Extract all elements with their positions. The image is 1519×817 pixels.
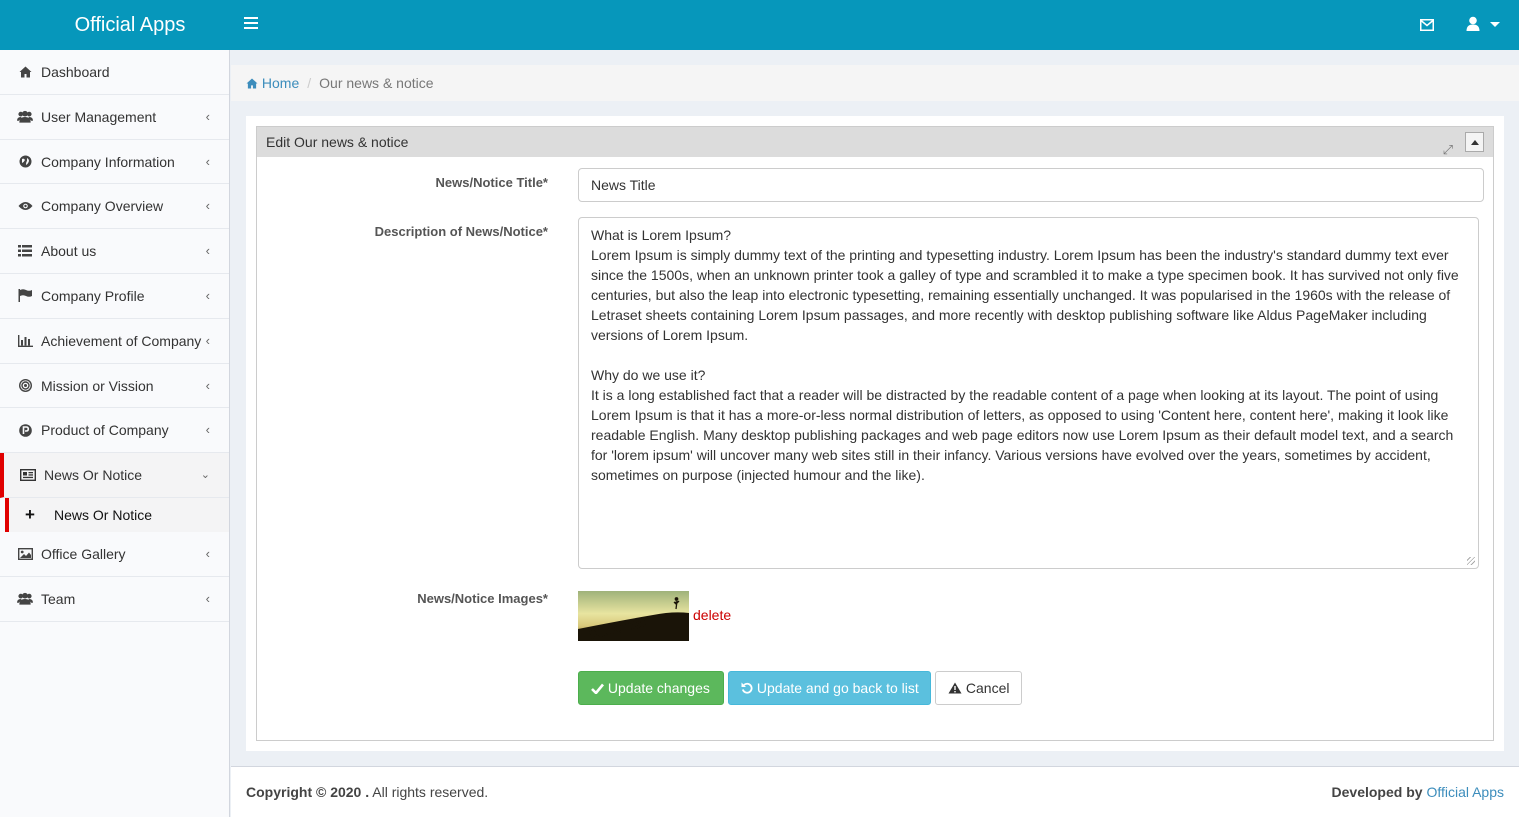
- home-icon: [17, 50, 33, 94]
- sidebar-item-label: Company Information: [41, 153, 175, 170]
- sidebar-item-label: User Management: [41, 108, 157, 125]
- sidebar-item-label: Mission or Vission: [41, 377, 154, 394]
- breadcrumb-home-link[interactable]: Home: [246, 75, 299, 91]
- list-icon: [17, 229, 33, 273]
- sidebar-item-achievement-of-company[interactable]: Achievement of Company ‹: [0, 319, 229, 364]
- flag-icon: [17, 274, 33, 318]
- chevron-left-icon: ‹: [205, 198, 210, 214]
- users-icon: [17, 95, 33, 139]
- collapse-button[interactable]: [1465, 132, 1484, 152]
- newspaper-icon: [20, 453, 36, 497]
- breadcrumb: Home / Our news & notice: [246, 75, 434, 91]
- chevron-left-icon: ‹: [205, 422, 210, 438]
- sidebar-item-label: Office Gallery: [41, 545, 126, 562]
- developer-link[interactable]: Official Apps: [1426, 784, 1504, 800]
- image-icon: [17, 532, 33, 576]
- breadcrumb-separator: /: [307, 75, 312, 91]
- breadcrumb-current: Our news & notice: [319, 75, 434, 91]
- plus-icon: +: [25, 504, 35, 524]
- sidebar-subitem-label: News Or Notice: [54, 506, 153, 523]
- panel-header: Edit Our news & notice ⤢: [257, 127, 1493, 157]
- images-label: News/Notice Images*: [417, 591, 548, 606]
- top-navbar: Official Apps: [0, 0, 1519, 50]
- user-menu-caret-icon[interactable]: [1490, 22, 1500, 27]
- developed-by-text: Developed by Official Apps: [1331, 784, 1504, 800]
- sidebar-item-news-or-notice[interactable]: News Or Notice ⌄: [0, 453, 229, 498]
- chevron-left-icon: ‹: [205, 243, 210, 259]
- undo-icon: [741, 682, 753, 694]
- description-textarea[interactable]: What is Lorem Ipsum? Lorem Ipsum is simp…: [578, 217, 1479, 569]
- sidebar-item-company-profile[interactable]: Company Profile ‹: [0, 274, 229, 319]
- user-icon[interactable]: [1466, 16, 1480, 32]
- update-and-back-button[interactable]: Update and go back to list: [728, 671, 931, 705]
- warning-icon: [948, 682, 962, 694]
- chevron-left-icon: ‹: [205, 287, 210, 303]
- sidebar-item-label: Product of Company: [41, 422, 169, 439]
- team-icon: [17, 577, 33, 621]
- update-changes-button[interactable]: Update changes: [578, 671, 724, 705]
- sidebar-item-product-of-company[interactable]: Product of Company ‹: [0, 408, 229, 454]
- footer: Copyright © 2020 . All rights reserved. …: [231, 766, 1519, 817]
- expand-icon[interactable]: ⤢: [1443, 135, 1453, 165]
- chevron-left-icon: ‹: [205, 153, 210, 169]
- sidebar-item-dashboard[interactable]: Dashboard: [0, 50, 229, 95]
- sidebar-item-about-us[interactable]: About us ‹: [0, 229, 229, 274]
- chevron-left-icon: ‹: [205, 590, 210, 606]
- home-icon: [246, 78, 258, 89]
- description-text: What is Lorem Ipsum? Lorem Ipsum is simp…: [591, 227, 1459, 483]
- sidebar-item-label: Team: [41, 590, 76, 607]
- sidebar-item-label: About us: [41, 243, 97, 260]
- brand-logo[interactable]: Official Apps: [0, 0, 260, 50]
- envelope-icon[interactable]: [1420, 19, 1434, 31]
- delete-image-link[interactable]: delete: [693, 607, 731, 623]
- cancel-button[interactable]: Cancel: [935, 671, 1022, 705]
- news-image-thumbnail: SUCCESS: [578, 591, 689, 641]
- sidebar-toggle-icon[interactable]: [244, 17, 258, 31]
- eye-icon: [17, 184, 33, 228]
- check-icon: [591, 683, 605, 695]
- sidebar: Dashboard User Management ‹ Company Info…: [0, 50, 230, 817]
- breadcrumb-bar: Home / Our news & notice: [231, 65, 1519, 101]
- copyright-text: Copyright © 2020 . All rights reserved.: [246, 784, 489, 800]
- sidebar-item-company-information[interactable]: Company Information ‹: [0, 140, 229, 185]
- chevron-left-icon: ‹: [205, 332, 210, 348]
- sidebar-item-label: Company Overview: [41, 198, 164, 215]
- chevron-down-icon: ⌄: [200, 469, 210, 482]
- description-label: Description of News/Notice*: [374, 224, 548, 239]
- chevron-left-icon: ‹: [205, 108, 210, 124]
- chevron-left-icon: ‹: [205, 377, 210, 393]
- sidebar-item-label: Dashboard: [41, 64, 110, 80]
- chevron-left-icon: ‹: [205, 545, 210, 561]
- sidebar-item-label: News Or Notice: [44, 467, 143, 484]
- sidebar-item-office-gallery[interactable]: Office Gallery ‹: [0, 532, 229, 577]
- bar-chart-icon: [17, 319, 33, 363]
- sidebar-item-label: Achievement of Company: [41, 332, 202, 349]
- sidebar-item-mission-or-vission[interactable]: Mission or Vission ‹: [0, 364, 229, 409]
- title-label: News/Notice Title*: [435, 175, 548, 190]
- product-icon: [17, 408, 33, 452]
- sidebar-item-label: Company Profile: [41, 287, 145, 304]
- sidebar-item-team[interactable]: Team ‹: [0, 577, 229, 622]
- news-title-input[interactable]: News Title: [578, 168, 1484, 202]
- globe-icon: [17, 140, 33, 184]
- resize-handle-icon[interactable]: [1467, 557, 1475, 565]
- sidebar-item-company-overview[interactable]: Company Overview ‹: [0, 184, 229, 230]
- sidebar-subitem-news-or-notice[interactable]: + News Or Notice: [5, 497, 229, 532]
- panel-title: Edit Our news & notice: [266, 134, 409, 150]
- bullseye-icon: [17, 364, 33, 408]
- sidebar-item-user-management[interactable]: User Management ‹: [0, 95, 229, 140]
